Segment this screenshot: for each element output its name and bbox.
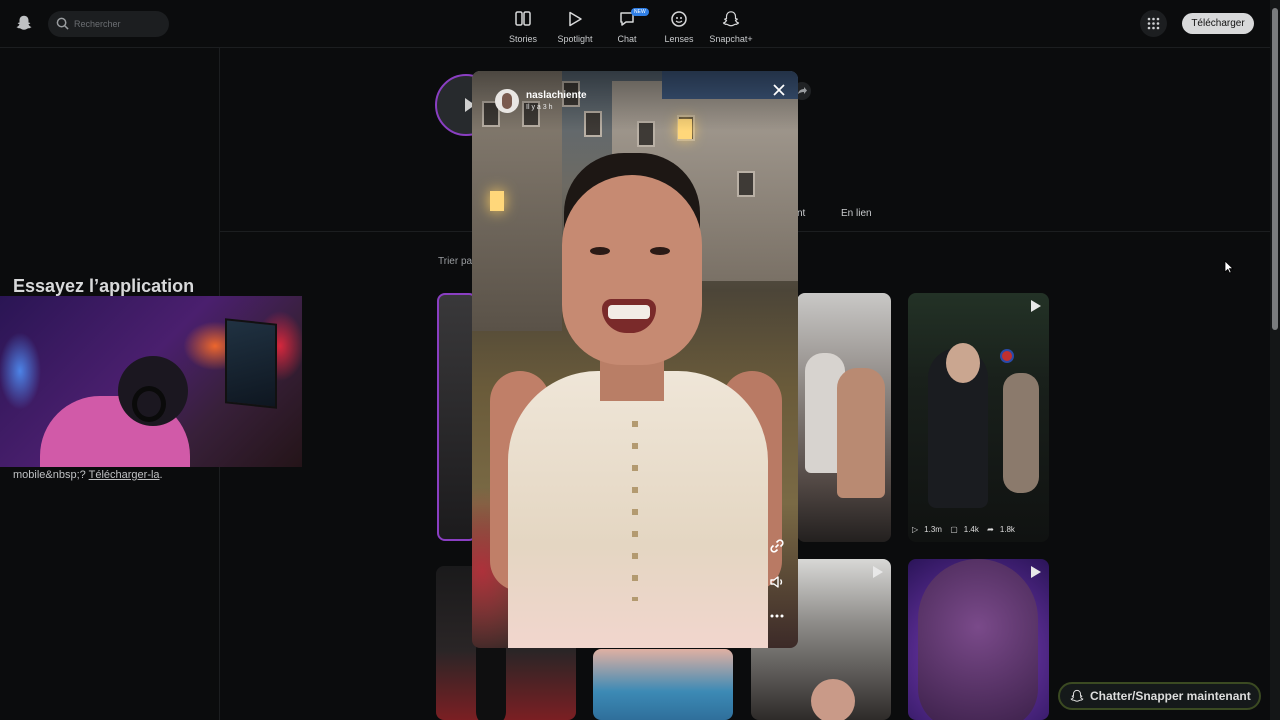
mobile-text-suffix: .	[159, 469, 163, 481]
tile-road-sign	[1000, 349, 1014, 363]
search-icon	[56, 17, 69, 30]
more-options-icon[interactable]	[768, 607, 786, 625]
mouse-cursor-icon	[1224, 260, 1234, 274]
story-timestamp: Il y a 3 h	[526, 104, 553, 111]
chat-snap-now-button[interactable]: Chatter/Snapper maintenant	[1058, 682, 1261, 710]
tile-person	[476, 636, 506, 720]
link-icon[interactable]	[768, 537, 786, 555]
nav-stories-label: Stories	[508, 34, 537, 44]
snapchat-ghost-icon	[1070, 689, 1084, 702]
story-tile-selected[interactable]	[437, 293, 477, 541]
nav-chat[interactable]: NEW Chat	[597, 8, 657, 44]
views-count: 1.3m	[924, 525, 942, 534]
snapchat-ghost-icon[interactable]	[15, 14, 33, 32]
nav-chat-label: Chat	[617, 34, 637, 44]
story-dress-buttons	[632, 421, 638, 601]
story-eye	[650, 247, 670, 255]
story-tile[interactable]	[797, 293, 891, 542]
story-dress	[508, 371, 768, 648]
nav-stories[interactable]: Stories	[493, 10, 553, 44]
tile-face	[811, 679, 855, 720]
download-link[interactable]: Télécharger-la	[89, 469, 160, 481]
grid-icon	[1147, 17, 1160, 30]
nav-lenses[interactable]: Lenses	[649, 10, 709, 44]
comments-count: 1.4k	[963, 525, 979, 534]
play-icon	[1031, 566, 1041, 578]
webcam-overlay-image	[0, 296, 302, 467]
headphones	[132, 386, 166, 422]
story-lit-window	[490, 191, 504, 211]
close-icon[interactable]	[770, 81, 788, 99]
story-tile[interactable]: ▷ 1.3m ▢ 1.4k ➦ 1.8k	[908, 293, 1049, 542]
mobile-download-text: mobile&nbsp;? Télécharger-la.	[13, 469, 163, 481]
story-tile[interactable]	[908, 559, 1049, 720]
story-teeth	[608, 305, 650, 319]
tile-face	[946, 343, 980, 383]
try-app-title: Essayez l’application	[13, 276, 195, 296]
story-face	[562, 175, 702, 365]
share-count-icon: ➦	[987, 525, 994, 534]
tile-person	[837, 368, 885, 498]
tile-face	[918, 559, 1038, 720]
play-count-icon: ▷	[912, 525, 919, 534]
tab-en-lien[interactable]: En lien	[841, 208, 872, 219]
story-top-shade	[472, 71, 798, 131]
search-bar[interactable]	[48, 11, 169, 37]
scrollbar-thumb[interactable]	[1272, 8, 1278, 330]
stories-icon	[515, 11, 531, 26]
new-badge: NEW	[631, 8, 649, 16]
spotlight-play-icon	[569, 11, 582, 27]
nav-spotlight[interactable]: Spotlight	[545, 10, 605, 44]
tab-partial[interactable]: nt	[797, 208, 805, 219]
download-button[interactable]: Télécharger	[1182, 13, 1254, 34]
nav-snapchat-plus[interactable]: Snapchat+	[701, 10, 761, 44]
play-icon	[1031, 300, 1041, 312]
story-user-avatar[interactable]	[495, 89, 519, 113]
mobile-text-prefix: mobile&nbsp;?	[13, 469, 89, 481]
sort-label[interactable]: Trier pa	[438, 256, 472, 267]
search-input[interactable]	[74, 15, 162, 33]
lenses-icon	[671, 11, 687, 27]
snapchat-plus-icon	[722, 11, 740, 27]
play-icon	[873, 566, 883, 578]
tile-stats: ▷ 1.3m ▢ 1.4k ➦ 1.8k	[912, 525, 1021, 534]
chat-snap-now-label: Chatter/Snapper maintenant	[1090, 689, 1251, 703]
sound-icon[interactable]	[768, 573, 786, 591]
story-viewer[interactable]: naslachiente Il y a 3 h	[472, 71, 798, 648]
story-eye	[590, 247, 610, 255]
shares-count: 1.8k	[999, 525, 1015, 534]
nav-spotlight-label: Spotlight	[557, 34, 593, 44]
top-bar: Stories Spotlight NEW Chat Lenses	[0, 0, 1270, 48]
apps-menu-button[interactable]	[1140, 10, 1167, 37]
tile-person	[1003, 373, 1039, 493]
story-window	[737, 171, 755, 197]
comment-icon: ▢	[950, 525, 958, 534]
story-username[interactable]: naslachiente	[526, 90, 587, 101]
monitor	[225, 318, 277, 409]
story-tile[interactable]	[593, 649, 733, 720]
nav-lenses-label: Lenses	[664, 34, 694, 44]
nav-snapchat-plus-label: Snapchat+	[709, 34, 753, 44]
snapchat-web-page: Stories Spotlight NEW Chat Lenses	[0, 0, 1280, 720]
